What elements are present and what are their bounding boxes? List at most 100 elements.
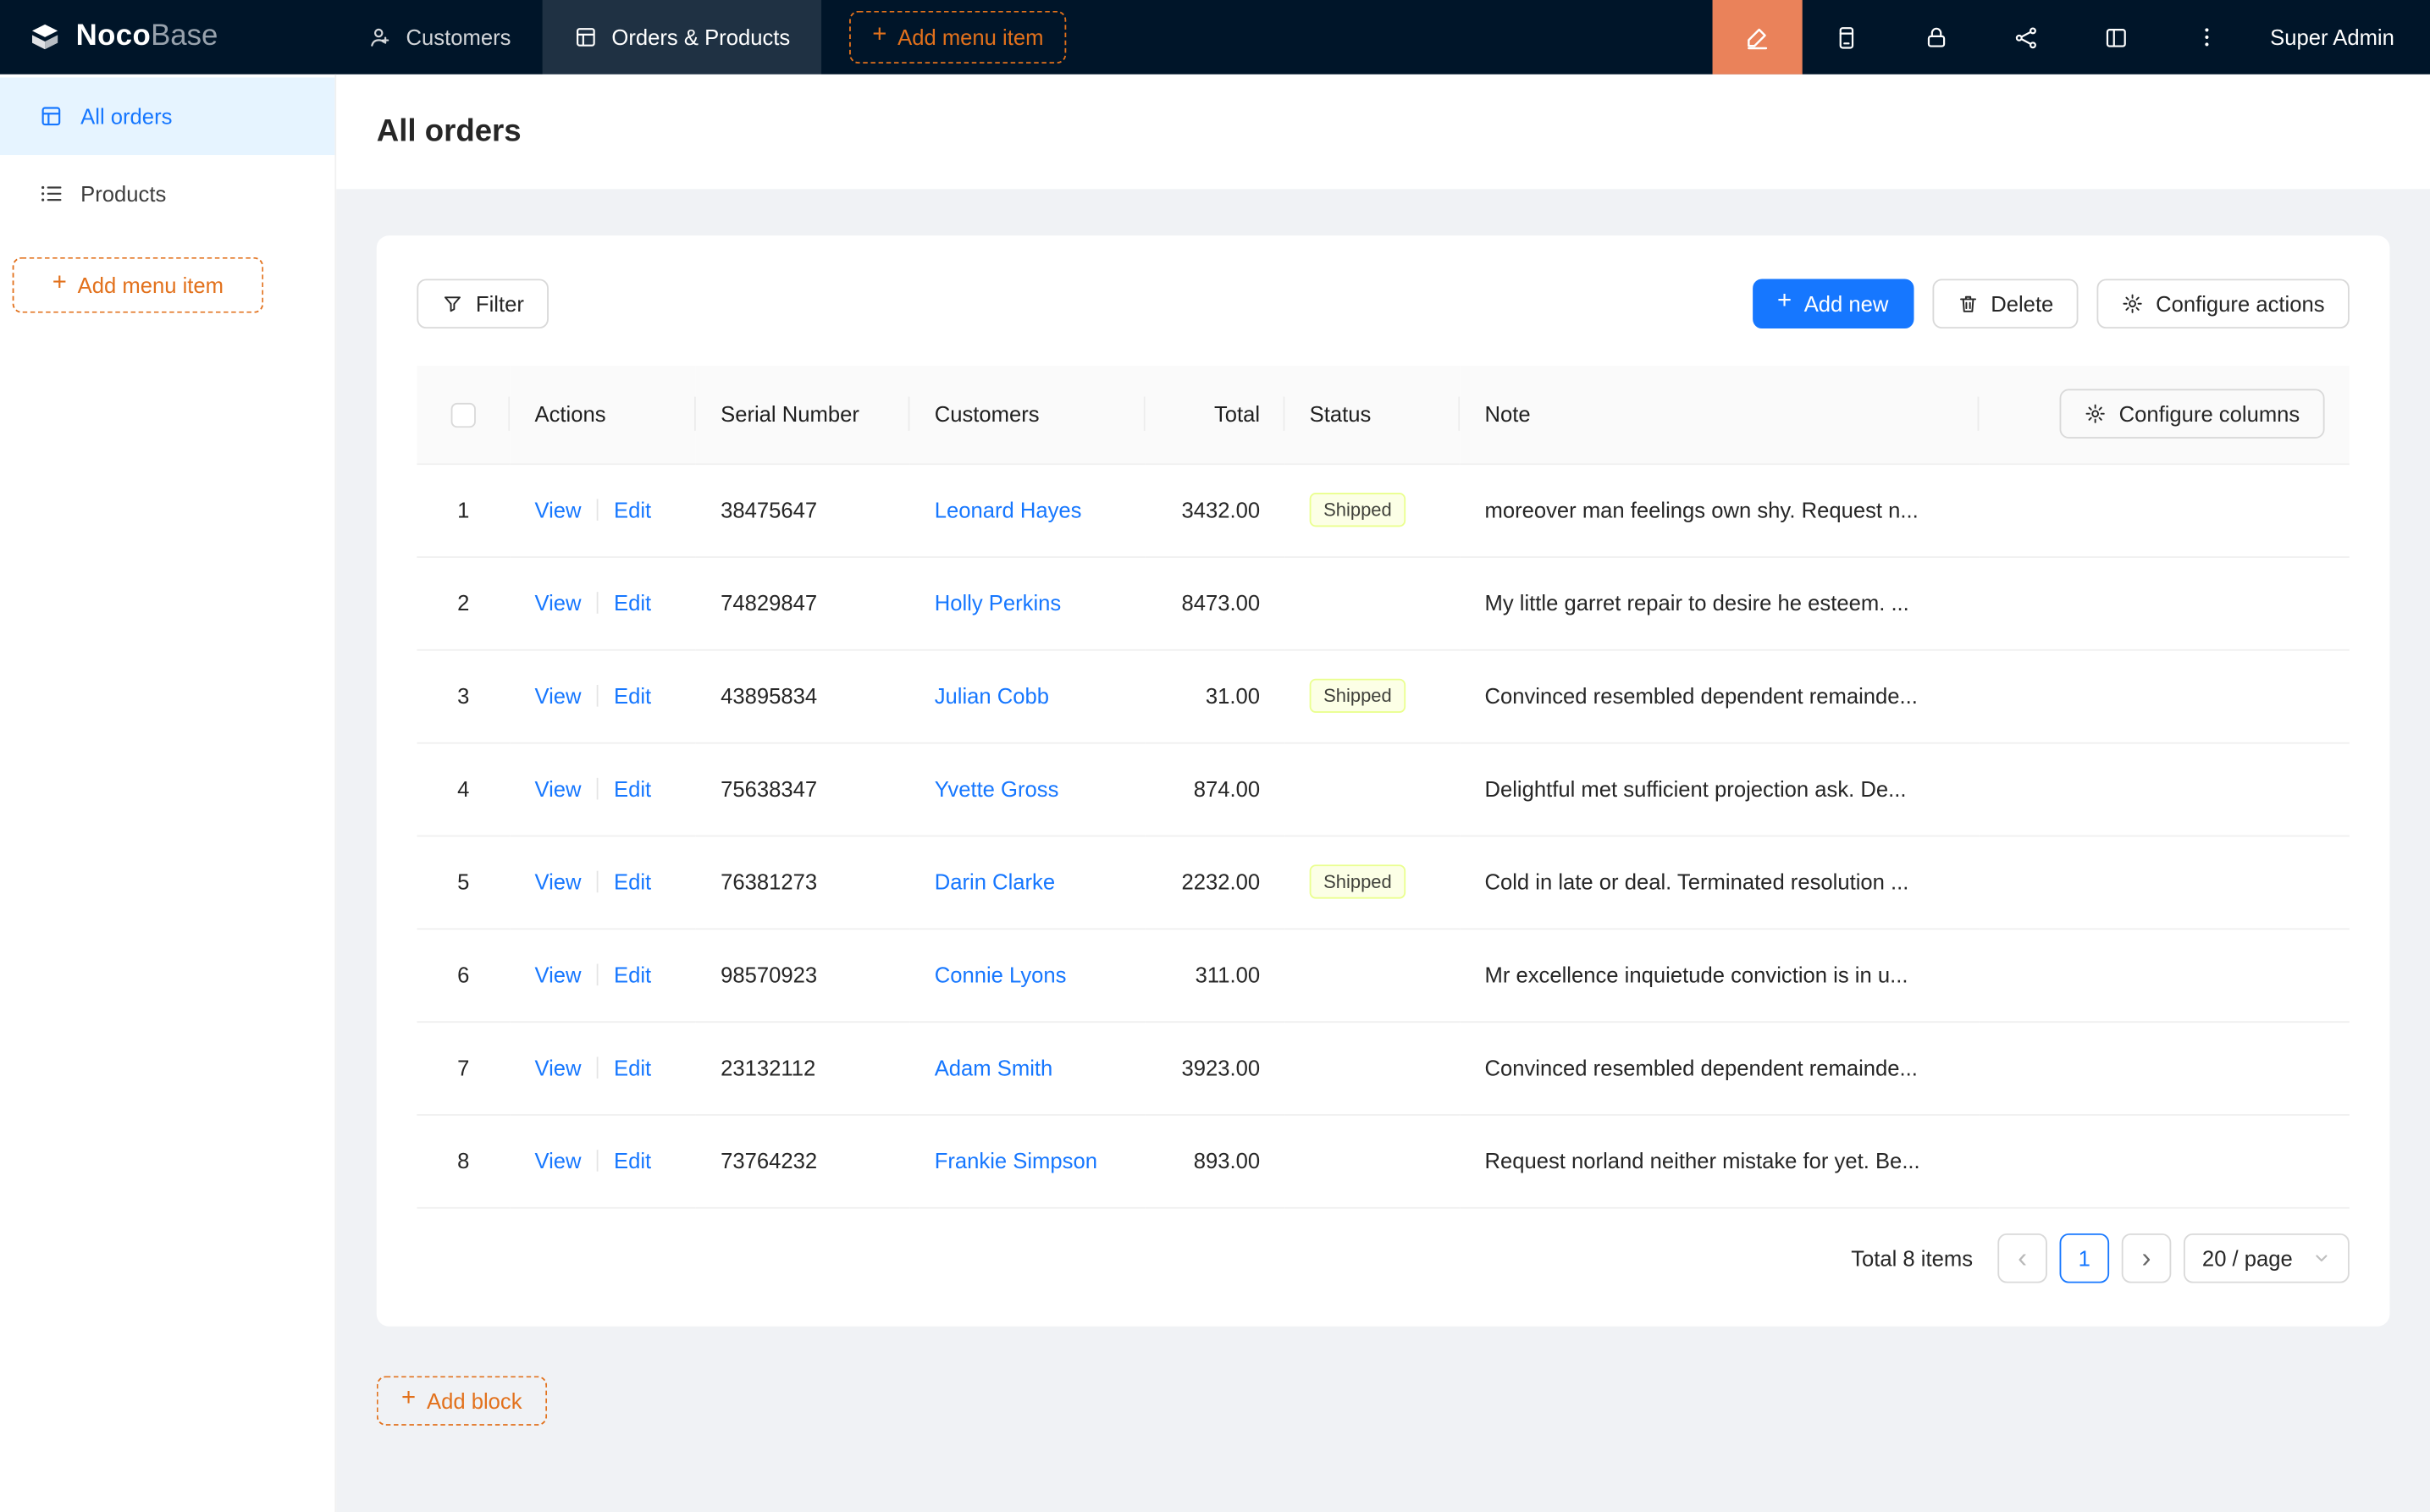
page-number-button[interactable]: 1 [2060, 1233, 2110, 1283]
tab-orders-products[interactable]: Orders & Products [542, 0, 821, 74]
table-row[interactable]: 1 ViewEdit 38475647 Leonard Hayes 3432.0… [417, 463, 2349, 556]
serial-cell: 73764232 [696, 1114, 910, 1207]
column-header-total: Total [1146, 366, 1285, 463]
edit-link[interactable]: Edit [614, 590, 651, 615]
page-size-select[interactable]: 20 / page [2184, 1233, 2350, 1283]
serial-cell: 74829847 [696, 556, 910, 649]
orders-table-icon [39, 104, 64, 129]
add-block-button[interactable]: + Add block [377, 1375, 547, 1425]
tab-label: Customers [406, 25, 511, 49]
status-tag: Shipped [1310, 864, 1406, 898]
customer-link[interactable]: Yvette Gross [935, 776, 1059, 801]
sidebar-add-menu-item-button[interactable]: + Add menu item [13, 257, 264, 313]
view-link[interactable]: View [534, 1148, 581, 1173]
customer-link[interactable]: Holly Perkins [935, 590, 1062, 615]
content-area: Filter + Add new [336, 189, 2430, 1512]
current-user[interactable]: Super Admin [2251, 25, 2430, 49]
delete-button[interactable]: Delete [1932, 279, 2079, 328]
sidebar: All orders Products + Add menu item [0, 74, 336, 1512]
prev-page-button[interactable]: ‹ [1997, 1233, 2047, 1283]
status-tag: Shipped [1310, 679, 1406, 713]
frame: All orders Products + Add menu item All … [0, 74, 2430, 1512]
table-row[interactable]: 7 ViewEdit 23132112 Adam Smith 3923.00 C… [417, 1021, 2349, 1114]
edit-link[interactable]: Edit [614, 963, 651, 987]
lock-icon[interactable] [1892, 0, 1982, 74]
customer-link[interactable]: Frankie Simpson [935, 1148, 1097, 1173]
table-row[interactable]: 6 ViewEdit 98570923 Connie Lyons 311.00 … [417, 928, 2349, 1021]
add-new-button[interactable]: + Add new [1753, 279, 1914, 328]
chevron-down-icon [2312, 1248, 2331, 1266]
status-tag: Shipped [1310, 493, 1406, 527]
table-row[interactable]: 3 ViewEdit 43895834 Julian Cobb 31.00 Sh… [417, 649, 2349, 742]
total-cell: 8473.00 [1146, 556, 1285, 649]
pagination: Total 8 items ‹ 1 › 20 / page [417, 1233, 2349, 1283]
view-link[interactable]: View [534, 498, 581, 522]
top-bar: NocoBase Customers Orders & Products [0, 0, 2430, 74]
note-cell: Convinced resembled dependent remainde..… [1460, 649, 1979, 742]
total-cell: 3432.00 [1146, 463, 1285, 556]
page-size-value: 20 / page [2202, 1245, 2293, 1270]
total-cell: 893.00 [1146, 1114, 1285, 1207]
table-row[interactable]: 8 ViewEdit 73764232 Frankie Simpson 893.… [417, 1114, 2349, 1207]
more-options-icon[interactable] [2162, 0, 2251, 74]
edit-link[interactable]: Edit [614, 869, 651, 894]
select-all-checkbox[interactable] [451, 403, 476, 428]
view-link[interactable]: View [534, 683, 581, 708]
edit-link[interactable]: Edit [614, 1148, 651, 1173]
nocobase-logo[interactable]: NocoBase [0, 0, 336, 74]
ui-editor-button[interactable] [1712, 0, 1802, 74]
view-link[interactable]: View [534, 1055, 581, 1079]
table-row[interactable]: 4 ViewEdit 75638347 Yvette Gross 874.00 … [417, 742, 2349, 836]
total-cell: 2232.00 [1146, 836, 1285, 929]
divider [597, 871, 599, 893]
customer-link[interactable]: Connie Lyons [935, 963, 1067, 987]
edit-link[interactable]: Edit [614, 498, 651, 522]
logo-text: NocoBase [76, 20, 218, 54]
column-header-status: Status [1284, 366, 1460, 463]
sidebar-item-all-orders[interactable]: All orders [0, 78, 334, 156]
gear-icon [2122, 293, 2144, 315]
view-link[interactable]: View [534, 869, 581, 894]
layout-panel-icon[interactable] [2072, 0, 2162, 74]
view-link[interactable]: View [534, 590, 581, 615]
sidebar-item-products[interactable]: Products [0, 155, 334, 233]
toolbar-right: + Add new Delete [1753, 279, 2350, 328]
sidebar-item-label: Products [80, 181, 166, 206]
customer-link[interactable]: Darin Clarke [935, 869, 1055, 894]
add-menu-item-label: Add menu item [897, 25, 1043, 49]
serial-cell: 23132112 [696, 1021, 910, 1114]
row-index: 3 [417, 649, 510, 742]
view-link[interactable]: View [534, 963, 581, 987]
table-row[interactable]: 5 ViewEdit 76381273 Darin Clarke 2232.00… [417, 836, 2349, 929]
filter-button[interactable]: Filter [417, 279, 549, 328]
customer-link[interactable]: Leonard Hayes [935, 498, 1082, 522]
api-connections-icon[interactable] [1982, 0, 2072, 74]
header-add-menu-item-button[interactable]: + Add menu item [849, 11, 1067, 63]
customer-link[interactable]: Julian Cobb [935, 683, 1049, 708]
table-header-row: Actions Serial Number Customers Total St… [417, 366, 2349, 463]
configure-actions-button[interactable]: Configure actions [2097, 279, 2350, 328]
tab-customers[interactable]: Customers [336, 0, 542, 74]
pagination-total: Total 8 items [1851, 1245, 1973, 1270]
edit-link[interactable]: Edit [614, 776, 651, 801]
configure-actions-label: Configure actions [2156, 291, 2324, 316]
next-page-button[interactable]: › [2122, 1233, 2172, 1283]
table-row[interactable]: 2 ViewEdit 74829847 Holly Perkins 8473.0… [417, 556, 2349, 649]
divider [597, 1150, 599, 1172]
edit-link[interactable]: Edit [614, 1055, 651, 1079]
sidebar-item-label: All orders [80, 104, 172, 129]
divider [597, 963, 599, 985]
top-bar-right: Super Admin [1712, 0, 2430, 74]
highlighter-icon [1743, 23, 1771, 51]
view-link[interactable]: View [534, 776, 581, 801]
serial-cell: 43895834 [696, 649, 910, 742]
plus-icon: + [52, 271, 67, 295]
divider [597, 592, 599, 614]
table-toolbar: Filter + Add new [417, 279, 2349, 328]
edit-link[interactable]: Edit [614, 683, 651, 708]
configure-columns-button[interactable]: Configure columns [2060, 389, 2325, 439]
column-header-serial: Serial Number [696, 366, 910, 463]
mobile-client-button[interactable] [1802, 0, 1892, 74]
filter-icon [442, 293, 464, 315]
customer-link[interactable]: Adam Smith [935, 1055, 1053, 1079]
